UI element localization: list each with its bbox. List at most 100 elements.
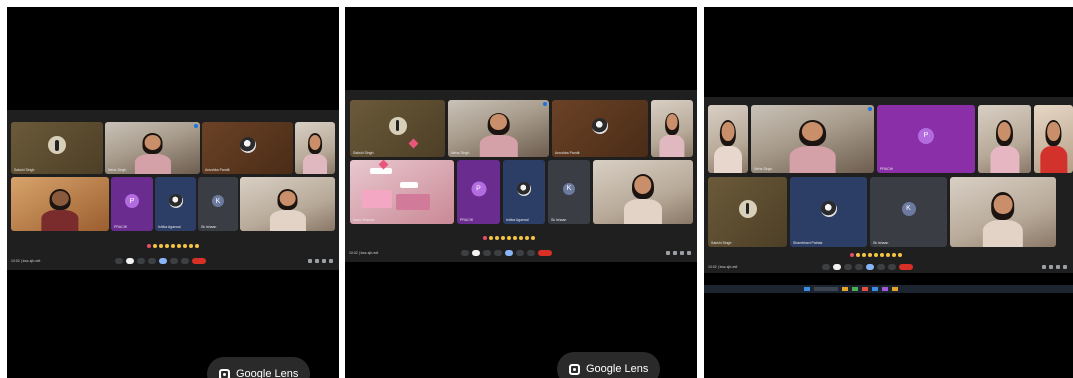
camera-button[interactable] [833, 264, 841, 270]
participant-name: Sakshi Singh [711, 241, 732, 245]
participant-tile[interactable]: P PRACHI [877, 105, 975, 173]
info-icon[interactable] [1042, 265, 1046, 269]
participant-tile[interactable]: Ishika Agarwal [503, 160, 545, 224]
captions-button[interactable] [483, 250, 491, 256]
controls-bar: 10:02 | kwz-sjb-edt [7, 254, 339, 268]
people-icon[interactable] [673, 251, 677, 255]
participant-photo [239, 137, 256, 154]
mic-button[interactable] [822, 264, 830, 270]
info-icon[interactable] [308, 259, 312, 263]
camera-button[interactable] [126, 258, 134, 264]
present-button[interactable] [505, 250, 513, 256]
participant-tile[interactable] [950, 177, 1056, 247]
chat-icon[interactable] [1056, 265, 1060, 269]
participant-tile[interactable] [295, 122, 335, 174]
emoji-button[interactable] [494, 250, 502, 256]
present-button[interactable] [159, 258, 167, 264]
participant-tile[interactable]: Ishika Agarwal [155, 177, 196, 231]
participant-tile[interactable] [978, 105, 1031, 173]
participant-tile[interactable]: Anushka Pandit [202, 122, 293, 174]
activities-icon[interactable] [1063, 265, 1067, 269]
participant-tile[interactable]: Sakshi Singh [708, 177, 787, 247]
google-lens-icon [569, 363, 580, 375]
participant-name: PRACHI [880, 167, 894, 171]
more-options-button[interactable] [527, 250, 535, 256]
participant-name: Neha Singh [451, 151, 470, 155]
participant-tile[interactable] [593, 160, 693, 224]
meeting-time: 10:02 | kwz-sjb-edt [11, 259, 41, 263]
participant-name: PRACHI [114, 225, 128, 229]
mic-icon [194, 124, 198, 128]
participant-tile[interactable]: K Sk ishaan [198, 177, 238, 231]
captions-button[interactable] [844, 264, 852, 270]
camera-button[interactable] [472, 250, 480, 256]
google-lens-label: Google Lens [236, 368, 299, 378]
participant-tile[interactable]: P PRACHI [111, 177, 153, 231]
reactions-bar[interactable] [483, 236, 535, 240]
participant-video [624, 174, 662, 224]
raise-hand-button[interactable] [877, 264, 885, 270]
google-lens-button[interactable]: Google Lens [207, 357, 311, 378]
participant-tile[interactable]: Neha Singh [751, 105, 874, 173]
participant-tile[interactable]: Sakshi Singh [350, 100, 445, 157]
reactions-bar[interactable] [850, 253, 902, 257]
meet-window: Neha Singh P PRACHI Sakshi Singh Shambha… [704, 97, 1073, 273]
chat-icon[interactable] [680, 251, 684, 255]
present-button[interactable] [866, 264, 874, 270]
mic-icon [868, 107, 872, 111]
people-icon[interactable] [1049, 265, 1053, 269]
participant-tile[interactable]: Shambhavi Pathak [790, 177, 867, 247]
participant-tile[interactable]: Annu Sharma [350, 160, 454, 224]
emoji-button[interactable] [855, 264, 863, 270]
participant-name: Sk ishaan [201, 225, 217, 229]
participant-video [269, 188, 306, 231]
participant-name: Sakshi Singh [353, 151, 374, 155]
participant-tile[interactable] [1034, 105, 1073, 173]
participant-name: Ishika Agarwal [158, 225, 181, 229]
participant-tile[interactable]: Neha Singh [448, 100, 549, 157]
participant-name: Neha Singh [754, 167, 773, 171]
google-lens-button[interactable]: Google Lens [557, 352, 661, 378]
participant-avatar: K [563, 182, 575, 195]
raise-hand-button[interactable] [170, 258, 178, 264]
info-icon[interactable] [666, 251, 670, 255]
participant-tile[interactable]: K Sk ishaan [548, 160, 590, 224]
participant-tile[interactable] [11, 177, 109, 231]
participant-name: PRACHI [460, 218, 474, 222]
participant-tile[interactable] [651, 100, 693, 157]
chat-icon[interactable] [322, 259, 326, 263]
participant-tile[interactable]: Anushka Pandit [552, 100, 648, 157]
raise-hand-button[interactable] [516, 250, 524, 256]
people-icon[interactable] [315, 259, 319, 263]
participant-video [41, 188, 79, 231]
leave-call-button[interactable] [192, 258, 206, 264]
sticker-image [400, 182, 418, 188]
participant-photo [168, 194, 183, 209]
mic-button[interactable] [115, 258, 123, 264]
leave-call-button[interactable] [538, 250, 552, 256]
activities-icon[interactable] [329, 259, 333, 263]
activities-icon[interactable] [687, 251, 691, 255]
participant-video [982, 192, 1024, 247]
participant-tile[interactable]: Sakshi Singh [11, 122, 103, 174]
participant-tile[interactable] [240, 177, 335, 231]
participant-video [1039, 119, 1068, 173]
mic-button[interactable] [461, 250, 469, 256]
more-options-button[interactable] [888, 264, 896, 270]
participant-video [989, 119, 1020, 173]
participant-tile[interactable] [708, 105, 748, 173]
participant-avatar: P [471, 181, 486, 197]
emoji-button[interactable] [148, 258, 156, 264]
captions-button[interactable] [137, 258, 145, 264]
more-options-button[interactable] [181, 258, 189, 264]
participant-name: Anushka Pandit [555, 151, 580, 155]
participant-video [789, 119, 836, 173]
participant-tile[interactable]: K Sk ishaan [870, 177, 947, 247]
participant-tile[interactable]: P PRACHI [457, 160, 500, 224]
reactions-bar[interactable] [147, 244, 199, 248]
taskbar-apps[interactable] [804, 287, 974, 291]
participant-tile[interactable]: Neha Singh [105, 122, 200, 174]
screenshot-panel-3: Neha Singh P PRACHI Sakshi Singh Shambha… [704, 7, 1073, 378]
sticker-image [362, 190, 392, 208]
leave-call-button[interactable] [899, 264, 913, 270]
